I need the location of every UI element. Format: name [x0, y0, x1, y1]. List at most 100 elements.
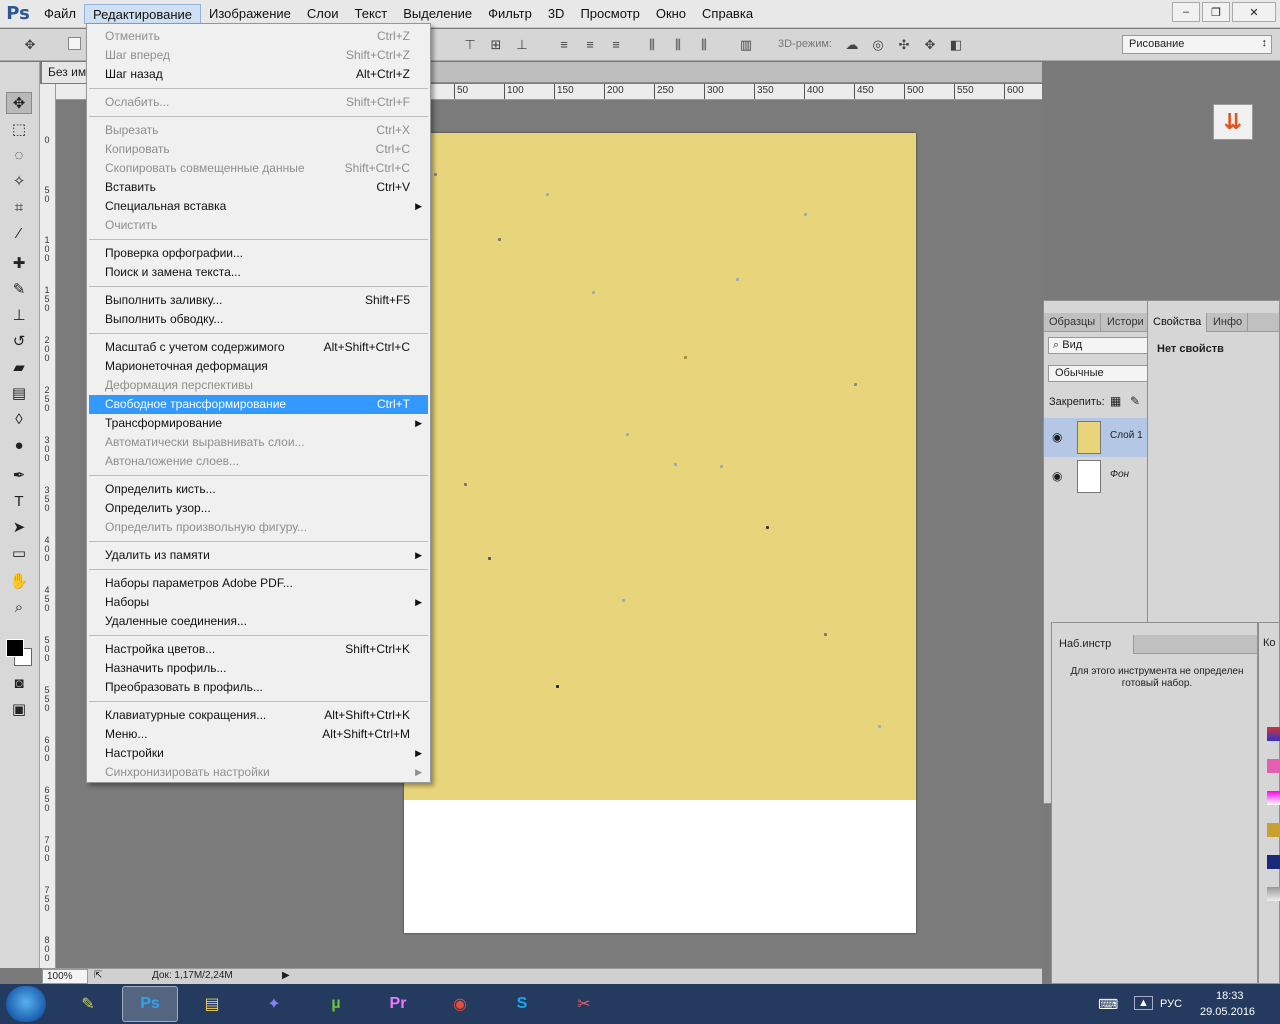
language-indicator[interactable]: РУС	[1160, 998, 1182, 1010]
auto-align-icon[interactable]: ▥	[738, 37, 754, 53]
align-bottom-icon[interactable]: ⊥	[514, 37, 530, 53]
edit-menu-item[interactable]: Назначить профиль...	[89, 659, 428, 678]
layer-row[interactable]: ◉ Слой 1	[1044, 418, 1147, 457]
edit-menu-item[interactable]: Настройки ▶	[89, 744, 428, 763]
3d-scale-icon[interactable]: ◧	[948, 37, 964, 53]
hand-tool-icon[interactable]: ✋	[6, 570, 32, 592]
foreground-color-swatch[interactable]	[6, 639, 24, 657]
edit-menu-item[interactable]: Проверка орфографии...	[89, 244, 428, 263]
align-top-icon[interactable]: ⊤	[462, 37, 478, 53]
crop-tool-icon[interactable]: ⌗	[6, 196, 32, 218]
blur-tool-icon[interactable]: ◊	[6, 408, 32, 430]
tab-tool-presets[interactable]: Наб.инстр	[1052, 635, 1134, 654]
edit-menu-item[interactable]: Меню... Alt+Shift+Ctrl+M	[89, 725, 428, 744]
magic-wand-tool-icon[interactable]: ✧	[6, 170, 32, 192]
preset-swatch[interactable]	[1267, 759, 1280, 773]
eyedropper-tool-icon[interactable]: ⁄	[6, 222, 32, 244]
edit-menu-item[interactable]: Марионеточная деформация	[89, 357, 428, 376]
3d-slide-icon[interactable]: ✥	[922, 37, 938, 53]
menu-item[interactable]: Просмотр	[572, 4, 647, 24]
edit-menu-item[interactable]: Настройка цветов... Shift+Ctrl+K	[89, 640, 428, 659]
taskbar-paint-icon[interactable]: ✂	[556, 986, 612, 1022]
edit-menu-item[interactable]: Свободное трансформирование Ctrl+T	[89, 395, 428, 414]
distribute-bottom-icon[interactable]: ≡	[608, 37, 624, 53]
3d-orbit-icon[interactable]: ☁	[844, 37, 860, 53]
edit-menu-item[interactable]: Специальная вставка ▶	[89, 197, 428, 216]
edit-menu-item[interactable]: Наборы параметров Adobe PDF...	[89, 574, 428, 593]
start-button[interactable]	[6, 986, 46, 1022]
taskbar-utorrent-icon[interactable]: µ	[308, 986, 364, 1022]
brush-tool-icon[interactable]: ✎	[6, 278, 32, 300]
distribute-top-icon[interactable]: ≡	[556, 37, 572, 53]
edit-menu-item[interactable]: Шаг назад Alt+Ctrl+Z	[89, 65, 428, 84]
auto-select-checkbox[interactable]	[68, 37, 81, 50]
menu-item[interactable]: Текст	[347, 4, 396, 24]
marquee-tool-icon[interactable]: ⬚	[6, 118, 32, 140]
preset-swatch[interactable]	[1267, 727, 1280, 741]
edit-menu-item[interactable]: Выполнить обводку...	[89, 310, 428, 329]
quick-mask-icon[interactable]: ◙	[6, 672, 32, 694]
edit-menu-item[interactable]: Трансформирование ▶	[89, 414, 428, 433]
tray-expand-icon[interactable]: ▲	[1134, 996, 1153, 1010]
document-tab[interactable]: Без им	[42, 62, 90, 83]
lasso-tool-icon[interactable]: ◌	[6, 144, 32, 166]
menu-item[interactable]: Слои	[299, 4, 347, 24]
clock-date[interactable]: 29.05.2016	[1200, 1006, 1255, 1018]
tab-swatches[interactable]: Образцы	[1044, 313, 1102, 332]
3d-roll-icon[interactable]: ◎	[870, 37, 886, 53]
taskbar-chrome-icon[interactable]: ◉	[432, 986, 488, 1022]
tab-history[interactable]: Истори	[1102, 313, 1148, 332]
history-brush-tool-icon[interactable]: ↺	[6, 330, 32, 352]
menu-item[interactable]: Выделение	[395, 4, 480, 24]
clock-time[interactable]: 18:33	[1216, 990, 1244, 1002]
move-tool-icon[interactable]: ✥	[22, 37, 38, 53]
edit-menu-item[interactable]: Наборы ▶	[89, 593, 428, 612]
menu-item[interactable]: Файл	[36, 4, 84, 24]
lock-pixels-icon[interactable]: ✎	[1130, 394, 1140, 408]
preset-swatch[interactable]	[1267, 823, 1280, 837]
distribute-right-icon[interactable]: ⫼	[696, 37, 712, 53]
layer-search-input[interactable]: ⌕ Вид	[1048, 337, 1148, 354]
status-export-icon[interactable]: ⇱	[94, 970, 102, 981]
preset-swatch[interactable]	[1267, 887, 1280, 901]
edit-menu-item[interactable]: Определить узор...	[89, 499, 428, 518]
edit-menu-item[interactable]: Выполнить заливку... Shift+F5	[89, 291, 428, 310]
distribute-vcenter-icon[interactable]: ≡	[582, 37, 598, 53]
align-vcenter-icon[interactable]: ⊞	[488, 37, 504, 53]
restore-button[interactable]: ❐	[1202, 2, 1230, 22]
tab-properties[interactable]: Свойства	[1148, 313, 1208, 332]
preset-swatch[interactable]	[1267, 791, 1280, 805]
menu-item[interactable]: Изображение	[201, 4, 299, 24]
visibility-eye-icon[interactable]: ◉	[1052, 430, 1062, 444]
taskbar-painter-icon[interactable]: ✎	[60, 986, 116, 1022]
edit-menu-item[interactable]: Преобразовать в профиль...	[89, 678, 428, 697]
type-tool-icon[interactable]: T	[6, 490, 32, 512]
lock-transparency-icon[interactable]: ▦	[1110, 394, 1121, 408]
taskbar-photoshop-icon[interactable]: Ps	[122, 986, 178, 1022]
taskbar-skype-icon[interactable]: S	[494, 986, 550, 1022]
status-menu-arrow-icon[interactable]: ▶	[282, 970, 290, 981]
healing-brush-tool-icon[interactable]: ✚	[6, 252, 32, 274]
screen-mode-icon[interactable]: ▣	[6, 698, 32, 720]
edit-menu-item[interactable]: Клавиатурные сокращения... Alt+Shift+Ctrl…	[89, 706, 428, 725]
zoom-field[interactable]: 100%	[42, 969, 88, 984]
blend-mode-select[interactable]: Обычные	[1048, 365, 1148, 382]
preset-swatch[interactable]	[1267, 855, 1280, 869]
side-panel-tab[interactable]: Ко	[1263, 637, 1276, 649]
edit-menu-item[interactable]: Масштаб с учетом содержимого Alt+Shift+Ct…	[89, 338, 428, 357]
edit-menu-item[interactable]: Удаленные соединения...	[89, 612, 428, 631]
document-canvas[interactable]	[404, 133, 916, 933]
dodge-tool-icon[interactable]: ●	[6, 434, 32, 456]
menu-item[interactable]: Редактирование	[83, 3, 201, 24]
taskbar-premiere-icon[interactable]: Pr	[370, 986, 426, 1022]
extension-download-icon[interactable]: ⇊	[1213, 104, 1253, 140]
menu-item[interactable]: Фильтр	[480, 4, 540, 24]
edit-menu-item[interactable]: Поиск и замена текста...	[89, 263, 428, 282]
clone-stamp-tool-icon[interactable]: ⊥	[6, 304, 32, 326]
edit-menu-item[interactable]: Вставить Ctrl+V	[89, 178, 428, 197]
workspace-select[interactable]: Рисование	[1122, 35, 1272, 54]
zoom-tool-icon[interactable]: ⌕	[6, 596, 32, 618]
3d-pan-icon[interactable]: ✣	[896, 37, 912, 53]
pen-tool-icon[interactable]: ✒	[6, 464, 32, 486]
menu-item[interactable]: Окно	[648, 4, 694, 24]
